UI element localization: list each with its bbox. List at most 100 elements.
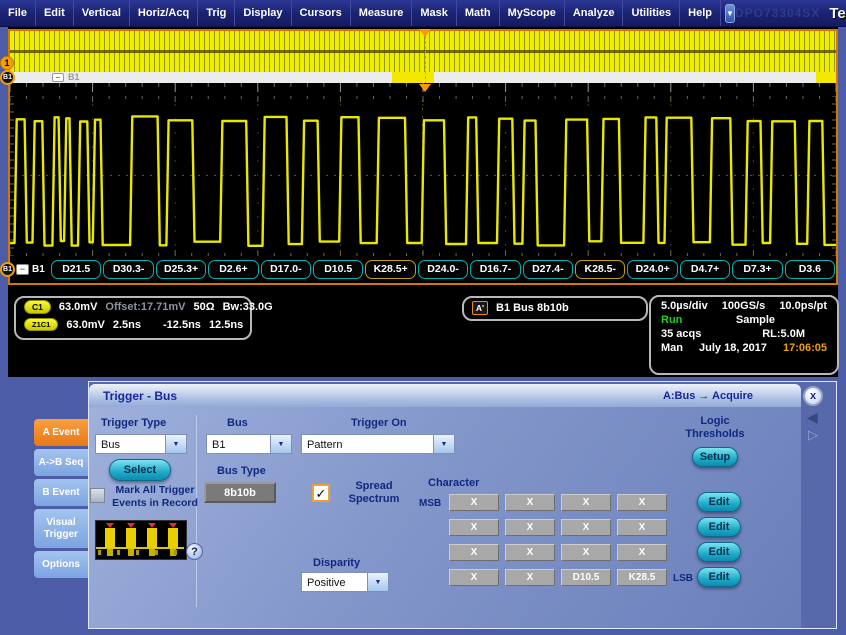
tab-a-event[interactable]: A Event (34, 419, 88, 446)
menu-item-edit[interactable]: Edit (36, 0, 74, 26)
character-cell[interactable]: X (617, 494, 667, 511)
trigger-type-dropdown-button[interactable]: ▼ (165, 434, 187, 454)
character-cell[interactable]: X (561, 519, 611, 536)
edit-button[interactable]: Edit (697, 517, 741, 537)
bus-decode-value: D10.5 (313, 260, 363, 279)
dialog-header: Trigger - Bus A:Bus → Acquire (89, 384, 801, 407)
timeline-strip (10, 83, 836, 96)
bus-collapse-button[interactable]: − (52, 73, 64, 82)
disparity-dropdown-button[interactable]: ▼ (367, 572, 389, 592)
character-cell[interactable]: X (449, 494, 499, 511)
model-label: DPO73304SX (735, 6, 820, 20)
trigger-bus-dialog: Trigger - Bus A:Bus → Acquire x ◀ ▷ Trig… (88, 381, 837, 629)
zoom-start: -12.5ns (163, 319, 201, 331)
character-cell[interactable]: X (505, 569, 555, 586)
trigger-on-value[interactable]: Pattern (301, 434, 433, 454)
character-row: XXXX (449, 544, 667, 561)
help-icon[interactable]: ? (186, 543, 203, 560)
channel1-badge[interactable]: C1 (24, 300, 51, 314)
bus-decode-value: D7.3+ (732, 260, 782, 279)
bus1-marker[interactable]: B1 (0, 70, 15, 85)
bus-decode-row: − B1 D21.5D30.3-D25.3+D2.6+D17.0-D10.5K2… (10, 256, 836, 283)
character-cell[interactable]: X (561, 494, 611, 511)
acquisition-state: Run (661, 314, 682, 326)
bus-decode-value: D27.4- (523, 260, 573, 279)
zoom1-badge[interactable]: Z1C1 (24, 318, 58, 331)
bus-combo: B1 ▼ (206, 434, 292, 454)
chevron-down-icon: ▼ (375, 579, 382, 586)
dialog-body: Trigger Type Bus ▼ Select Mark All Trigg… (89, 407, 801, 628)
menu-item-mask[interactable]: Mask (412, 0, 457, 26)
bus1-marker[interactable]: B1 (0, 262, 15, 277)
bus-decode-value: D24.0+ (627, 260, 677, 279)
menu-item-math[interactable]: Math (457, 0, 500, 26)
bus-overview-strip: − B1 (10, 72, 836, 83)
menu-item-horiz-acq[interactable]: Horiz/Acq (130, 0, 198, 26)
ch1-termination: 50Ω (194, 301, 215, 313)
trigger-on-label: Trigger On (351, 417, 407, 429)
nav-forward-icon[interactable]: ▷ (808, 428, 818, 441)
msb-label: MSB (419, 498, 441, 509)
acquisition-readout-panel: 5.0µs/div 100GS/s 10.0ps/pt Run Sample 3… (649, 295, 839, 375)
section-divider (196, 415, 197, 607)
bus-row-label: B1 (32, 264, 45, 275)
menu-item-trig[interactable]: Trig (198, 0, 235, 26)
overview-waveform (10, 31, 836, 72)
menu-item-utilities[interactable]: Utilities (623, 0, 680, 26)
tab-b-event[interactable]: B Event (34, 479, 88, 506)
spread-spectrum-checkbox[interactable]: ✓ (312, 484, 330, 502)
character-cell[interactable]: X (505, 544, 555, 561)
oscilloscope-screen: FileEditVerticalHoriz/AcqTrigDisplayCurs… (0, 0, 846, 635)
chevron-down-icon: ▼ (278, 441, 285, 448)
edit-button[interactable]: Edit (697, 542, 741, 562)
character-row: XX D10.5 K28.5 (449, 569, 667, 586)
menu-item-help[interactable]: Help (680, 0, 721, 26)
trigger-marker-icon[interactable] (419, 29, 431, 37)
trigger-on-dropdown-button[interactable]: ▼ (433, 434, 455, 454)
trigger-marker-icon[interactable] (419, 84, 431, 92)
menu-item-measure[interactable]: Measure (351, 0, 413, 26)
sample-rate: 100GS/s (722, 300, 765, 312)
tab-a-b-seq[interactable]: A->B Seq (34, 449, 88, 476)
menu-item-cursors[interactable]: Cursors (292, 0, 351, 26)
character-cell[interactable]: X (505, 519, 555, 536)
character-cell[interactable]: X (449, 519, 499, 536)
character-cell[interactable]: X (449, 544, 499, 561)
bus-decode-value: D24.0- (418, 260, 468, 279)
channel1-marker[interactable]: 1 (0, 56, 14, 70)
menu-item-myscope[interactable]: MyScope (500, 0, 565, 26)
mark-all-checkbox[interactable] (90, 488, 105, 503)
main-waveform (10, 96, 836, 256)
edit-button[interactable]: Edit (697, 492, 741, 512)
select-button[interactable]: Select (109, 459, 171, 481)
character-cell[interactable]: X (617, 544, 667, 561)
character-row: XXXX (449, 494, 667, 511)
menu-item-file[interactable]: File (0, 0, 36, 26)
menu-overflow-button[interactable]: ▼ (725, 4, 735, 23)
menu-item-display[interactable]: Display (235, 0, 291, 26)
edit-buttons: Edit Edit Edit Edit (697, 492, 741, 592)
trigger-type-value[interactable]: Bus (95, 434, 165, 454)
tab-options[interactable]: Options (34, 551, 88, 578)
bus-dropdown-button[interactable]: ▼ (270, 434, 292, 454)
menu-item-analyze[interactable]: Analyze (565, 0, 624, 26)
bus-value[interactable]: B1 (206, 434, 270, 454)
character-cell[interactable]: X (505, 494, 555, 511)
record-length: RL:5.0M (762, 328, 805, 340)
character-cell[interactable]: K28.5 (617, 569, 667, 586)
disparity-value[interactable]: Positive (301, 572, 367, 592)
character-cell[interactable]: X (617, 519, 667, 536)
dialog-close-button[interactable]: x (803, 386, 823, 406)
bus-decode-value: K28.5+ (365, 260, 415, 279)
chevron-down-icon: ▼ (173, 441, 180, 448)
menu-item-vertical[interactable]: Vertical (74, 0, 130, 26)
bus-collapse-button[interactable]: − (16, 264, 29, 275)
character-cell[interactable]: X (561, 544, 611, 561)
character-cell[interactable]: D10.5 (561, 569, 611, 586)
tek-logo: Tek (829, 5, 846, 22)
character-cell[interactable]: X (449, 569, 499, 586)
edit-button[interactable]: Edit (697, 567, 741, 587)
logic-setup-button[interactable]: Setup (692, 447, 738, 467)
tab-visual-trigger[interactable]: Visual Trigger (34, 509, 88, 548)
nav-back-icon[interactable]: ◀ (807, 410, 818, 424)
